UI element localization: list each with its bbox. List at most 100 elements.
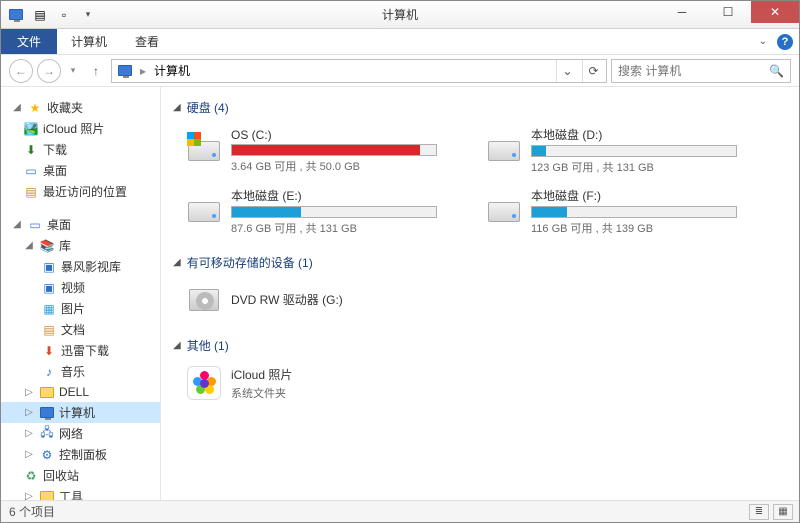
expand-icon[interactable]: ▷ (23, 449, 35, 460)
drive-name: DVD RW 驱动器 (G:) (231, 291, 437, 308)
desktop-icon: ▭ (23, 163, 39, 179)
tree-item[interactable]: ⬇迅雷下载 (1, 340, 160, 361)
address-dropdown-icon[interactable]: ⌄ (556, 60, 578, 82)
drive-item[interactable]: 本地磁盘 (D:) 123 GB 可用 , 共 131 GB (481, 122, 741, 179)
maximize-button[interactable]: ☐ (705, 1, 751, 23)
tree-item-tools[interactable]: ▷工具 (1, 486, 160, 500)
refresh-button[interactable]: ⟳ (582, 60, 604, 82)
app-icon[interactable] (5, 4, 27, 26)
close-button[interactable]: ✕ (751, 1, 799, 23)
qat-new-folder-icon[interactable]: ▫ (53, 4, 75, 26)
tab-view[interactable]: 查看 (121, 29, 173, 54)
section-header-drives[interactable]: ◢ 硬盘 (4) (173, 95, 787, 122)
removable-group: DVD RW 驱动器 (G:) (173, 277, 787, 323)
folder-icon (39, 489, 55, 501)
tree-item[interactable]: ▣视频 (1, 277, 160, 298)
drives-group: OS (C:) 3.64 GB 可用 , 共 50.0 GB 本地磁盘 (D:)… (173, 122, 787, 240)
expand-icon[interactable]: ▷ (23, 428, 35, 439)
history-dropdown-icon[interactable]: ▾ (65, 59, 81, 83)
tree-favorites[interactable]: ◢ ★ 收藏夹 (1, 97, 160, 118)
expand-icon[interactable]: ▷ (23, 491, 35, 500)
tree-libraries[interactable]: ◢ 📚 库 (1, 235, 160, 256)
other-group: iCloud 照片 系统文件夹 (173, 360, 787, 406)
computer-icon (39, 405, 55, 421)
collapse-icon[interactable]: ◢ (173, 340, 181, 351)
item-name: iCloud 照片 (231, 366, 437, 383)
navigation-bar: ← → ▾ ↑ ▸ 计算机 ⌄ ⟳ 🔍 (1, 55, 799, 87)
qat-properties-icon[interactable]: ▤ (29, 4, 51, 26)
drive-item[interactable]: 本地磁盘 (F:) 116 GB 可用 , 共 139 GB (481, 183, 741, 240)
ribbon-expand-icon[interactable]: ⌄ (759, 36, 767, 47)
drive-stat: 87.6 GB 可用 , 共 131 GB (231, 220, 437, 236)
recent-icon: ▤ (23, 184, 39, 200)
item-subtitle: 系统文件夹 (231, 385, 437, 401)
tree-label: 收藏夹 (47, 99, 83, 116)
drive-icon (485, 193, 523, 231)
dvd-drive-item[interactable]: DVD RW 驱动器 (G:) (181, 277, 441, 323)
up-button[interactable]: ↑ (85, 60, 107, 82)
tree-item-computer[interactable]: ▷计算机 (1, 402, 160, 423)
file-tab[interactable]: 文件 (1, 29, 57, 54)
help-icon[interactable]: ? (777, 34, 793, 50)
collapse-icon[interactable]: ◢ (173, 257, 181, 268)
other-item[interactable]: iCloud 照片 系统文件夹 (181, 360, 441, 406)
tree-item-dell[interactable]: ▷DELL (1, 382, 160, 402)
ribbon-tabs: 文件 计算机 查看 ⌄ ? (1, 29, 799, 55)
control-panel-icon: ⚙ (39, 447, 55, 463)
minimize-button[interactable]: ─ (659, 1, 705, 23)
tree-item-downloads[interactable]: ⬇下载 (1, 139, 160, 160)
search-input[interactable] (618, 64, 784, 78)
tab-computer[interactable]: 计算机 (57, 29, 121, 54)
navigation-tree[interactable]: ◢ ★ 收藏夹 🏞️iCloud 照片 ⬇下载 ▭桌面 ▤最近访问的位置 ◢ ▭… (1, 87, 161, 500)
tree-item-icloud-photos[interactable]: 🏞️iCloud 照片 (1, 118, 160, 139)
folder-icon (39, 384, 55, 400)
expand-icon[interactable]: ◢ (11, 102, 23, 113)
tree-item-recent[interactable]: ▤最近访问的位置 (1, 181, 160, 202)
expand-icon[interactable]: ▷ (23, 407, 35, 418)
collapse-icon[interactable]: ◢ (173, 102, 181, 113)
tree-item[interactable]: ▤文档 (1, 319, 160, 340)
tree-item[interactable]: ▦图片 (1, 298, 160, 319)
music-icon: ♪ (41, 364, 57, 380)
section-header-other[interactable]: ◢ 其他 (1) (173, 333, 787, 360)
title-bar: ▤ ▫ ▾ 计算机 ─ ☐ ✕ (1, 1, 799, 29)
drive-name: 本地磁盘 (F:) (531, 187, 737, 204)
forward-button[interactable]: → (37, 59, 61, 83)
video-icon: ▣ (41, 280, 57, 296)
expand-icon[interactable]: ▷ (23, 387, 35, 398)
qat-dropdown-icon[interactable]: ▾ (77, 4, 99, 26)
quick-access-toolbar: ▤ ▫ ▾ (1, 4, 99, 26)
content-pane[interactable]: ◢ 硬盘 (4) OS (C:) 3.64 GB 可用 , 共 50.0 GB … (161, 87, 799, 500)
download-icon: ⬇ (23, 142, 39, 158)
expand-icon[interactable]: ◢ (23, 240, 35, 251)
icloud-photos-icon (185, 364, 223, 402)
tree-item-control-panel[interactable]: ▷⚙控制面板 (1, 444, 160, 465)
drive-item[interactable]: OS (C:) 3.64 GB 可用 , 共 50.0 GB (181, 122, 441, 179)
breadcrumb-separator-icon[interactable]: ▸ (140, 64, 146, 78)
tree-item-network[interactable]: ▷🖧网络 (1, 423, 160, 444)
tree-desktop-root[interactable]: ◢ ▭ 桌面 (1, 214, 160, 235)
tree-item[interactable]: ▣暴风影视库 (1, 256, 160, 277)
drive-icon (185, 193, 223, 231)
usage-bar (531, 145, 737, 157)
address-bar[interactable]: ▸ 计算机 ⌄ ⟳ (111, 59, 607, 83)
breadcrumb-item[interactable]: 计算机 (150, 62, 194, 79)
tree-item-desktop[interactable]: ▭桌面 (1, 160, 160, 181)
tree-item[interactable]: ♪音乐 (1, 361, 160, 382)
tiles-view-button[interactable]: ▦ (773, 504, 793, 520)
drive-stat: 116 GB 可用 , 共 139 GB (531, 220, 737, 236)
view-switcher: ≣ ▦ (749, 504, 793, 520)
status-text: 6 个项目 (9, 503, 55, 520)
details-view-button[interactable]: ≣ (749, 504, 769, 520)
section-header-removable[interactable]: ◢ 有可移动存储的设备 (1) (173, 250, 787, 277)
drive-item[interactable]: 本地磁盘 (E:) 87.6 GB 可用 , 共 131 GB (181, 183, 441, 240)
tree-item-recycle-bin[interactable]: ♻回收站 (1, 465, 160, 486)
star-icon: ★ (27, 100, 43, 116)
expand-icon[interactable]: ◢ (11, 219, 23, 230)
drive-name: 本地磁盘 (E:) (231, 187, 437, 204)
search-box[interactable]: 🔍 (611, 59, 791, 83)
back-button[interactable]: ← (9, 59, 33, 83)
address-root-icon[interactable] (114, 65, 136, 76)
drive-name: OS (C:) (231, 128, 437, 142)
drive-name: 本地磁盘 (D:) (531, 126, 737, 143)
